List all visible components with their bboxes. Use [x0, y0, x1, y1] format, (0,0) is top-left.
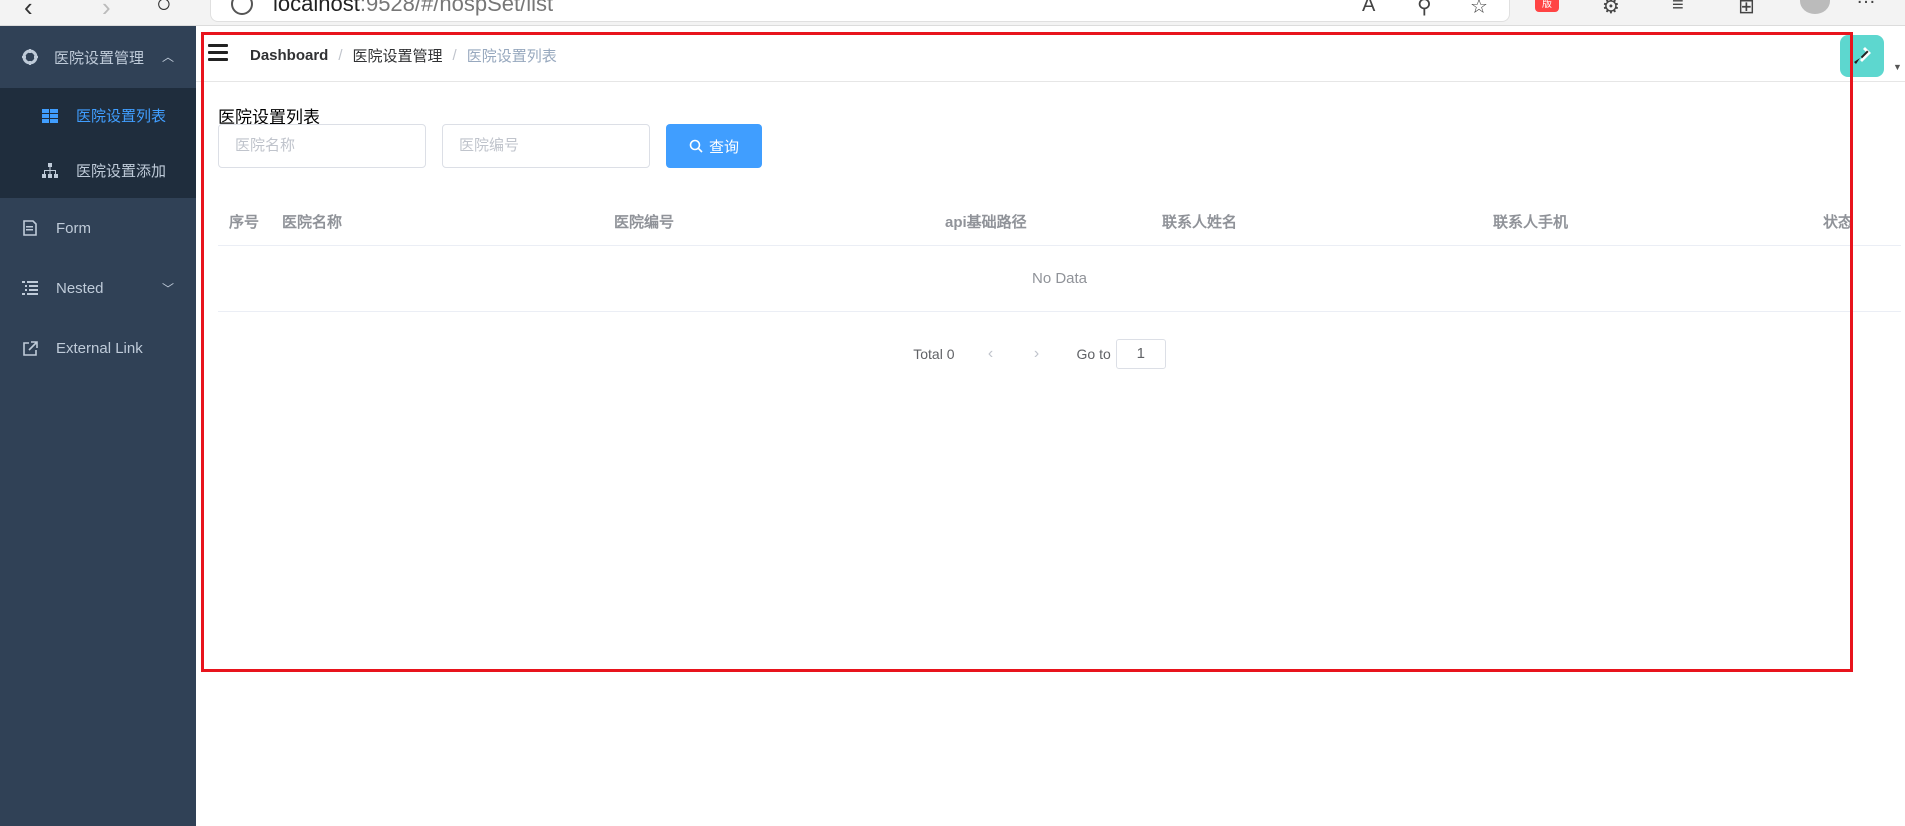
avatar[interactable] — [1840, 35, 1884, 77]
pagination-total: Total 0 — [913, 346, 955, 362]
info-icon[interactable] — [231, 0, 253, 15]
query-button-label: 查询 — [708, 138, 739, 156]
extension-badge-icon[interactable]: 版 — [1535, 0, 1559, 12]
more-icon[interactable]: … — [1856, 0, 1876, 9]
form-icon — [22, 220, 38, 236]
nested-icon — [22, 280, 38, 296]
zoom-icon[interactable]: ⚲ — [1417, 0, 1432, 19]
column-header: 状态 — [1823, 214, 1854, 231]
url-text: localhost:9528/#/hospSet/list — [273, 0, 554, 16]
navbar: Dashboard / 医院设置管理 / 医院设置列表 ▼ — [196, 26, 1905, 82]
sidebar-item-label: External Link — [56, 339, 143, 357]
breadcrumb-current: 医院设置列表 — [466, 48, 557, 65]
sidebar-item-hospset-list[interactable]: 医院设置列表 — [0, 88, 196, 143]
hospital-code-input[interactable]: 医院编号 — [442, 124, 650, 168]
sidebar: 医院设置管理 ︿ 医院设置列表 医院设置添加 Form Nested ﹀ Ext… — [0, 26, 196, 826]
forward-icon[interactable]: › — [102, 0, 111, 23]
pagination-goto: Go to 1 — [1077, 339, 1166, 369]
sidebar-item-external-link[interactable]: External Link — [0, 318, 196, 378]
back-icon[interactable]: ‹ — [24, 0, 33, 23]
table-empty-text: No Data — [218, 246, 1901, 312]
profile-icon[interactable] — [1800, 0, 1830, 14]
tree-icon — [42, 162, 58, 179]
next-page-icon[interactable]: › — [1017, 345, 1057, 363]
sidebar-group-label: 医院设置管理 — [54, 49, 145, 67]
search-form: 医院名称 医院编号 查询 — [218, 124, 762, 168]
sidebar-item-label: 医院设置列表 — [76, 108, 167, 125]
sidebar-item-nested[interactable]: Nested ﹀ — [0, 258, 196, 318]
query-button[interactable]: 查询 — [666, 124, 762, 168]
browser-toolbar: ‹ › ○ localhost:9528/#/hospSet/list A ⚲ … — [0, 0, 1905, 26]
link-icon — [22, 340, 38, 356]
breadcrumb-hospset[interactable]: 医院设置管理 — [353, 45, 443, 66]
pagination: Total 0 ‹ › Go to 1 — [196, 339, 1883, 369]
hospital-name-input[interactable]: 医院名称 — [218, 124, 426, 168]
sidebar-item-label: Nested — [56, 279, 104, 297]
sidebar-item-hospset-add[interactable]: 医院设置添加 — [0, 143, 196, 198]
table-icon — [42, 108, 58, 124]
breadcrumb-dashboard[interactable]: Dashboard — [250, 47, 328, 64]
breadcrumb-separator: / — [338, 47, 343, 64]
search-icon — [689, 139, 703, 153]
favorites-add-icon[interactable]: ☆ — [1470, 0, 1488, 19]
refresh-icon[interactable]: ○ — [156, 0, 172, 19]
sidebar-group-hospset[interactable]: 医院设置管理 ︿ — [0, 26, 196, 88]
sidebar-submenu: 医院设置列表 医院设置添加 — [0, 88, 196, 198]
prev-page-icon[interactable]: ‹ — [971, 345, 1011, 363]
avatar-icon — [1854, 47, 1871, 64]
table-header: 序号 医院名称 医院编号 api基础路径 联系人姓名 联系人手机 状态 — [218, 194, 1901, 246]
collections-icon[interactable]: ⊞ — [1738, 0, 1755, 19]
hamburger-icon[interactable] — [208, 44, 228, 61]
column-header: 医院名称 — [282, 214, 343, 231]
extensions-icon[interactable]: ⚙ — [1602, 0, 1620, 19]
address-bar[interactable]: localhost:9528/#/hospSet/list — [210, 0, 1510, 22]
sidebar-item-label: Form — [56, 219, 91, 237]
goto-page-input[interactable]: 1 — [1115, 339, 1166, 369]
sidebar-item-form[interactable]: Form — [0, 198, 196, 258]
column-header: 医院编号 — [614, 214, 675, 231]
breadcrumb-separator: / — [452, 47, 457, 64]
read-aloud-icon[interactable]: A — [1362, 0, 1375, 17]
hospset-table: 序号 医院名称 医院编号 api基础路径 联系人姓名 联系人手机 状态 No D… — [218, 194, 1901, 312]
column-header: api基础路径 — [945, 214, 1027, 231]
gear-icon — [22, 49, 38, 65]
column-header: 序号 — [229, 214, 260, 231]
sidebar-item-label: 医院设置添加 — [76, 163, 167, 180]
breadcrumb: Dashboard / 医院设置管理 / 医院设置列表 — [250, 45, 557, 66]
favorites-icon[interactable]: ≡ — [1672, 0, 1684, 17]
caret-down-icon[interactable]: ▼ — [1893, 62, 1902, 72]
goto-label: Go to — [1076, 346, 1111, 362]
column-header: 联系人手机 — [1493, 214, 1569, 231]
chevron-up-icon: ︿ — [161, 50, 174, 64]
column-header: 联系人姓名 — [1162, 214, 1238, 231]
chevron-down-icon: ﹀ — [161, 281, 174, 296]
